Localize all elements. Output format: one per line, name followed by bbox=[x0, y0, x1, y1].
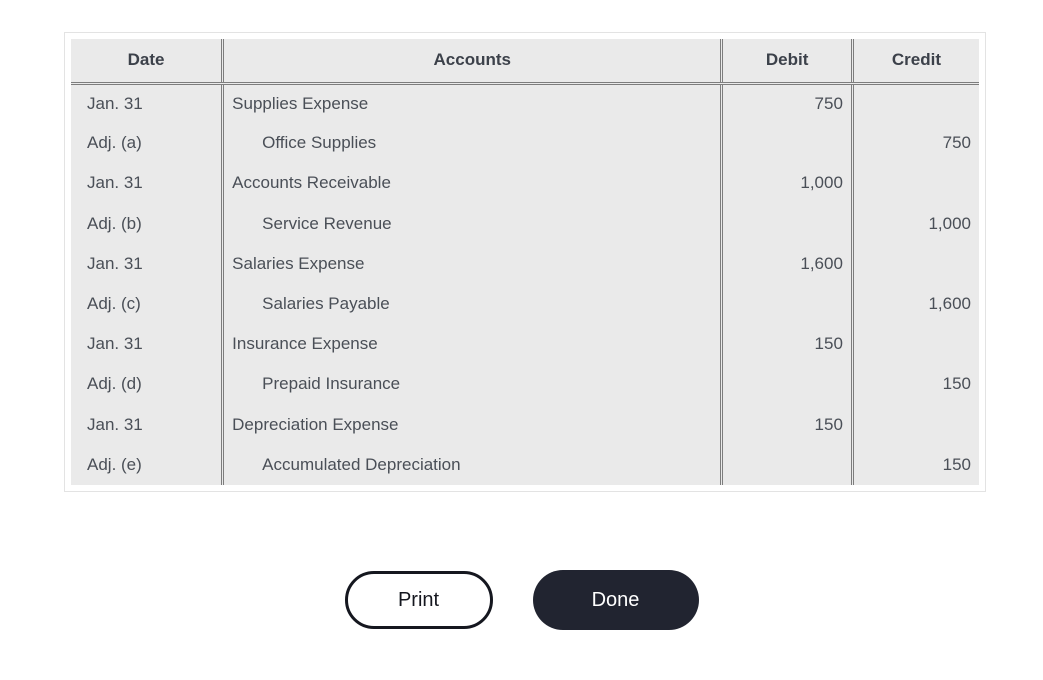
cell-debit: 150 bbox=[720, 404, 853, 445]
column-header-debit: Debit bbox=[720, 39, 853, 85]
cell-date: Adj. (d) bbox=[71, 364, 223, 405]
table-row: Adj. (b) Service Revenue 1,000 bbox=[71, 203, 979, 244]
table-row: Jan. 31 Depreciation Expense 150 bbox=[71, 404, 979, 445]
cell-date: Adj. (c) bbox=[71, 283, 223, 325]
cell-debit bbox=[720, 364, 853, 405]
cell-credit bbox=[850, 243, 979, 284]
cell-account: Salaries Payable bbox=[221, 283, 722, 325]
column-header-accounts: Accounts bbox=[221, 39, 722, 85]
cell-debit bbox=[720, 203, 853, 244]
cell-debit: 1,600 bbox=[720, 243, 853, 284]
table-row: Adj. (e) Accumulated Depreciation 150 bbox=[71, 444, 979, 485]
cell-credit: 1,000 bbox=[850, 203, 979, 244]
table-row: Jan. 31 Salaries Expense 1,600 bbox=[71, 243, 979, 284]
table-row: Jan. 31 Accounts Receivable 1,000 bbox=[71, 163, 979, 204]
cell-date: Adj. (a) bbox=[71, 123, 223, 164]
journal-entry-card: Date Accounts Debit Credit Jan. 31 Suppli… bbox=[64, 32, 986, 492]
cell-credit bbox=[850, 163, 979, 204]
cell-date: Jan. 31 bbox=[71, 243, 223, 284]
cell-date: Adj. (b) bbox=[71, 203, 223, 244]
cell-account: Depreciation Expense bbox=[221, 404, 722, 445]
column-header-credit: Credit bbox=[850, 39, 979, 85]
cell-debit: 150 bbox=[720, 324, 853, 365]
cell-account: Prepaid Insurance bbox=[221, 364, 722, 405]
table-header: Date Accounts Debit Credit bbox=[71, 39, 979, 85]
table-header-row: Date Accounts Debit Credit bbox=[71, 39, 979, 85]
cell-credit: 150 bbox=[850, 364, 979, 405]
column-header-date: Date bbox=[71, 39, 223, 85]
cell-debit bbox=[720, 123, 853, 164]
cell-date: Jan. 31 bbox=[71, 404, 223, 445]
button-bar: Print Done bbox=[0, 570, 1043, 630]
cell-date: Jan. 31 bbox=[71, 324, 223, 365]
table-row: Adj. (d) Prepaid Insurance 150 bbox=[71, 364, 979, 405]
cell-credit: 750 bbox=[850, 123, 979, 164]
table-body: Jan. 31 Supplies Expense 750 Adj. (a) Office… bbox=[71, 83, 979, 485]
done-button[interactable]: Done bbox=[532, 570, 699, 630]
cell-date: Adj. (e) bbox=[71, 444, 223, 485]
cell-account: Service Revenue bbox=[221, 203, 722, 244]
cell-debit: 1,000 bbox=[720, 163, 853, 204]
cell-account: Accumulated Depreciation bbox=[221, 444, 722, 485]
cell-debit bbox=[720, 283, 853, 325]
cell-credit: 1,600 bbox=[850, 283, 979, 325]
cell-credit bbox=[850, 83, 979, 124]
cell-credit: 150 bbox=[850, 444, 979, 485]
cell-account: Accounts Receivable bbox=[221, 163, 722, 204]
table-row: Adj. (a) Office Supplies 750 bbox=[71, 123, 979, 164]
cell-account: Insurance Expense bbox=[221, 324, 722, 365]
cell-debit: 750 bbox=[720, 83, 853, 124]
cell-credit bbox=[850, 404, 979, 445]
cell-date: Jan. 31 bbox=[71, 163, 223, 204]
print-button[interactable]: Print bbox=[344, 571, 493, 629]
cell-account: Salaries Expense bbox=[221, 243, 722, 284]
table-row: Jan. 31 Insurance Expense 150 bbox=[71, 324, 979, 365]
cell-account: Supplies Expense bbox=[221, 83, 722, 124]
cell-date: Jan. 31 bbox=[71, 83, 223, 124]
table-row: Jan. 31 Supplies Expense 750 bbox=[71, 83, 979, 124]
cell-credit bbox=[850, 324, 979, 365]
cell-debit bbox=[720, 444, 853, 485]
cell-account: Office Supplies bbox=[221, 123, 722, 164]
journal-entry-table: Date Accounts Debit Credit Jan. 31 Suppli… bbox=[71, 39, 979, 485]
table-row: Adj. (c) Salaries Payable 1,600 bbox=[71, 283, 979, 325]
